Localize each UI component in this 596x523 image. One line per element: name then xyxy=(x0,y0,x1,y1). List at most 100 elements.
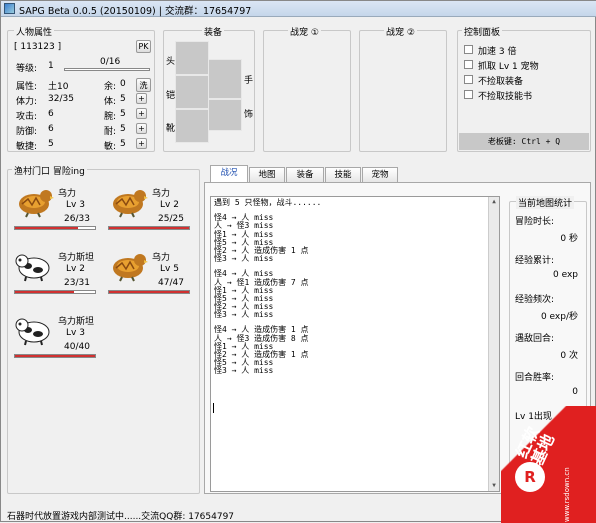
boss-key-hint: 老板键: Ctrl + Q xyxy=(459,133,589,150)
option-checkbox[interactable] xyxy=(464,90,473,99)
attr-point-value: 0 xyxy=(120,79,126,89)
add-point-button[interactable]: + xyxy=(136,108,147,119)
stat-value: 0 次 xyxy=(560,351,578,361)
tab-0[interactable]: 战况 xyxy=(210,165,248,183)
attr-value: 6 xyxy=(48,124,54,134)
member-hp-fill xyxy=(15,355,95,357)
member-hp-bar xyxy=(14,354,96,358)
log-line: 怪3 → 人 miss xyxy=(214,254,274,264)
log-line: 怪3 → 人 miss xyxy=(214,366,274,376)
armor-slot[interactable] xyxy=(175,75,209,109)
option-checkbox[interactable] xyxy=(464,60,473,69)
battle-pet-1-title: 战宠 ① xyxy=(288,25,321,38)
exp-value: 0/16 xyxy=(100,57,121,67)
add-point-button[interactable]: + xyxy=(136,93,147,104)
control-panel-group: 控制面板 加速 3 倍 抓取 Lv 1 宠物 不捡取装备 不捡取技能书 老板键:… xyxy=(457,25,591,152)
member-hp-bar xyxy=(14,290,96,294)
stat-value: 0 xyxy=(572,387,578,397)
add-point-button[interactable]: + xyxy=(136,138,147,149)
party-member-card[interactable]: 乌力斯坦 Lv 3 40/40 xyxy=(12,308,104,366)
stat-label: 冒险时长: xyxy=(515,217,555,227)
accessory-label: 饰 xyxy=(244,110,254,120)
tab-1[interactable]: 地图 xyxy=(249,167,285,182)
member-hp: 26/33 xyxy=(64,214,90,224)
stat-label: 遇敌回合: xyxy=(515,334,555,344)
attr-point-label: 敏: xyxy=(104,142,117,152)
watermark-logo: R 红软基地 www.rsdown.cn xyxy=(501,406,596,523)
party-member-card[interactable]: 乌力斯坦 Lv 2 23/31 xyxy=(12,244,104,302)
stat-value: 0 exp xyxy=(552,270,578,280)
accessory-slot[interactable] xyxy=(208,99,242,131)
attr-label: 攻击: xyxy=(16,112,38,122)
attr-point-value: 5 xyxy=(120,124,126,134)
window-title: SAPG Beta 0.0.5 (20150109) | 交流群：1765479… xyxy=(19,6,252,17)
option-label[interactable]: 加速 3 倍 xyxy=(478,44,516,57)
head-label: 头 xyxy=(166,57,176,67)
app-window: SAPG Beta 0.0.5 (20150109) | 交流群：1765479… xyxy=(0,0,596,523)
attr-point-label: 余: xyxy=(104,82,117,92)
attr-label: 防御: xyxy=(16,127,38,137)
member-level: Lv 2 xyxy=(160,200,179,210)
app-icon xyxy=(4,3,15,14)
member-hp: 25/25 xyxy=(158,214,184,224)
tab-3[interactable]: 技能 xyxy=(325,167,361,182)
option-checkbox[interactable] xyxy=(464,75,473,84)
tab-2[interactable]: 装备 xyxy=(286,167,324,182)
log-line: 怪3 → 人 miss xyxy=(214,310,274,320)
head-slot[interactable] xyxy=(175,41,209,75)
stat-label: 经验累计: xyxy=(515,256,555,266)
status-text: 石器时代放置游戏内部测试中......交流QQ群: 17654797 xyxy=(7,512,235,522)
member-hp-fill xyxy=(15,227,79,229)
stat-label: 经验频次: xyxy=(515,295,555,305)
battle-log: 遇到 5 只怪物，战斗...... 怪4 → 人 miss 人 → 怪3 miss 怪… xyxy=(210,196,500,492)
attr-label: 属性: xyxy=(16,82,38,92)
stat-label: 回合胜率: xyxy=(515,373,555,383)
party-member-card[interactable]: 乌力 Lv 5 47/47 xyxy=(106,244,198,302)
level-value: 1 xyxy=(48,61,54,71)
attr-point-value: 5 xyxy=(120,94,126,104)
battle-pet-1-group: 战宠 ① xyxy=(263,25,351,152)
option-checkbox[interactable] xyxy=(464,45,473,54)
attr-point-label: 体: xyxy=(104,97,117,107)
member-name: 乌力 xyxy=(152,253,171,263)
add-point-button[interactable]: + xyxy=(136,123,147,134)
battle-pet-2-group: 战宠 ② xyxy=(359,25,447,152)
tab-4[interactable]: 宠物 xyxy=(362,167,398,182)
battle-log-text: 遇到 5 只怪物，战斗...... 怪4 → 人 miss 人 → 怪3 miss 怪… xyxy=(211,197,499,376)
member-hp-bar xyxy=(108,290,190,294)
cow-pet-icon xyxy=(14,250,54,285)
attr-value: 土10 xyxy=(48,82,69,92)
option-label[interactable]: 不捡取技能书 xyxy=(478,89,532,102)
equipment-title: 装备 xyxy=(202,25,225,38)
stat-value: 0 秒 xyxy=(560,234,578,244)
member-hp-fill xyxy=(109,291,189,293)
member-hp-fill xyxy=(15,291,75,293)
pk-button[interactable]: PK xyxy=(136,40,151,53)
equipment-group: 装备 头 铠 靴 手 饰 xyxy=(163,25,255,152)
log-scrollbar[interactable]: ▲ ▼ xyxy=(488,197,499,491)
control-panel-title: 控制面板 xyxy=(462,25,503,38)
member-level: Lv 3 xyxy=(66,200,85,210)
option-label[interactable]: 不捡取装备 xyxy=(478,74,523,87)
option-label[interactable]: 抓取 Lv 1 宠物 xyxy=(478,59,539,72)
party-member-card[interactable]: 乌力 Lv 2 25/25 xyxy=(106,180,198,238)
member-level: Lv 3 xyxy=(66,328,85,338)
text-cursor xyxy=(213,403,214,413)
attr-point-value: 5 xyxy=(120,139,126,149)
party-group: 渔村门口 冒险ing 乌力 Lv 3 26/33 乌力 Lv 2 25/25 乌… xyxy=(7,164,200,494)
party-location: 渔村门口 冒险ing xyxy=(12,164,87,177)
member-hp: 47/47 xyxy=(158,278,184,288)
scroll-up-icon[interactable]: ▲ xyxy=(490,198,498,206)
member-name: 乌力斯坦 xyxy=(58,317,95,327)
member-level: Lv 2 xyxy=(66,264,85,274)
log-line: 遇到 5 只怪物，战斗...... xyxy=(214,198,322,207)
stat-value: 0 exp/秒 xyxy=(540,312,578,322)
armor-label: 铠 xyxy=(166,91,176,101)
party-member-card[interactable]: 乌力 Lv 3 26/33 xyxy=(12,180,104,238)
scroll-down-icon[interactable]: ▼ xyxy=(490,482,498,490)
hand-slot[interactable] xyxy=(208,59,242,99)
member-hp: 23/31 xyxy=(64,278,90,288)
duck-pet-icon xyxy=(108,186,148,221)
boots-slot[interactable] xyxy=(175,109,209,143)
reset-points-button[interactable]: 洗 xyxy=(136,78,151,92)
